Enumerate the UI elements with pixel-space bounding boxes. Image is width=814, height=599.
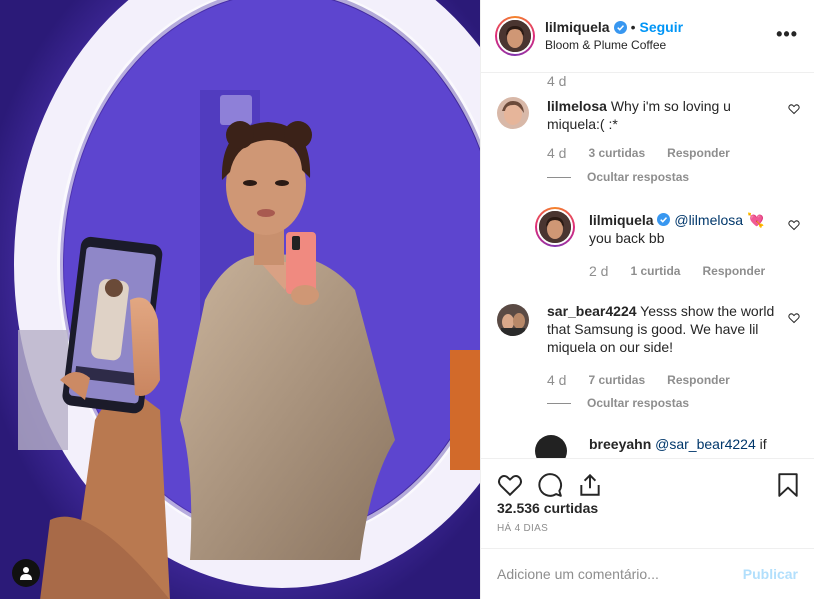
reply-avatar[interactable] — [535, 435, 567, 458]
comment-age: 4 d — [547, 372, 567, 388]
publish-button[interactable]: Publicar — [743, 566, 798, 582]
reply-emoji: 💘 — [746, 212, 765, 228]
commenter-avatar-image — [497, 304, 529, 336]
reply-text: if — [759, 436, 767, 452]
post-actions: 32.536 curtidas HÁ 4 DIAS — [481, 458, 814, 548]
reply-avatar[interactable] — [535, 207, 575, 247]
reply-avatar-image — [539, 211, 571, 243]
post-location[interactable]: Bloom & Plume Coffee — [545, 38, 683, 53]
commenter-avatar-image — [497, 97, 529, 129]
reply-mention[interactable]: @lilmelosa — [674, 212, 743, 228]
comments-list[interactable]: 4 d lilmelosa Why i'm so loving u miquel… — [481, 73, 814, 458]
reply-meta: 2 d 1 curtida Responder — [589, 263, 765, 279]
header-separator: • — [630, 18, 636, 35]
post-photo[interactable] — [0, 0, 480, 599]
like-count[interactable]: 32.536 curtidas — [497, 500, 598, 516]
comment-username[interactable]: sar_bear4224 — [547, 303, 637, 319]
more-options-icon[interactable]: ••• — [776, 24, 798, 45]
comment-body: sar_bear4224 Yesss show the world that S… — [547, 302, 779, 356]
reply-item: breeyahn @sar_bear4224 if — [497, 433, 800, 458]
hide-replies-label: Ocultar respostas — [587, 396, 690, 410]
hide-replies-button[interactable]: Ocultar respostas — [547, 396, 689, 410]
verified-badge-icon — [657, 213, 671, 226]
reply-button[interactable]: Responder — [667, 146, 730, 160]
post-panel: lilmiquela • Seguir Bloom & Plume Coffee… — [480, 0, 814, 599]
comment-bubble-icon[interactable] — [537, 472, 563, 498]
comment-meta: 4 d — [547, 73, 588, 89]
comment-like-icon[interactable] — [788, 312, 800, 324]
follow-button[interactable]: Seguir — [639, 19, 683, 37]
user-tag-icon[interactable] — [12, 559, 40, 587]
header-text: lilmiquela • Seguir Bloom & Plume Coffee — [545, 19, 683, 54]
hide-replies-button[interactable]: Ocultar respostas — [547, 170, 689, 184]
post-header: lilmiquela • Seguir Bloom & Plume Coffee… — [481, 0, 814, 73]
reply-button[interactable]: Responder — [667, 373, 730, 387]
action-icons — [495, 472, 800, 500]
divider-line — [547, 402, 571, 404]
post-image — [0, 0, 480, 599]
previous-comment-meta: 4 d — [497, 73, 800, 89]
reply-mention[interactable]: @sar_bear4224 — [655, 436, 756, 452]
like-heart-icon[interactable] — [497, 472, 523, 498]
reply-button[interactable]: Responder — [702, 264, 765, 278]
add-comment-bar: Publicar — [481, 548, 814, 599]
comment-item: lilmelosa Why i'm so loving u miquela:( … — [497, 95, 800, 195]
reply-like-icon[interactable] — [788, 219, 800, 231]
verified-badge-icon — [613, 21, 627, 34]
bookmark-icon[interactable] — [776, 472, 800, 498]
comment-like-icon[interactable] — [788, 103, 800, 115]
comment-username[interactable]: lilmelosa — [547, 98, 607, 114]
reply-username[interactable]: breeyahn — [589, 436, 651, 452]
comment-meta: 4 d 7 curtidas Responder — [547, 372, 730, 388]
comment-item: sar_bear4224 Yesss show the world that S… — [497, 302, 800, 420]
author-avatar-image — [499, 20, 531, 52]
author-avatar[interactable] — [495, 16, 535, 56]
reply-body: lilmiquela @lilmelosa 💘 you back bb — [589, 211, 779, 247]
reply-text: you back bb — [589, 230, 665, 246]
comment-likes[interactable]: 3 curtidas — [588, 146, 645, 160]
commenter-avatar[interactable] — [497, 97, 529, 129]
reply-item: lilmiquela @lilmelosa 💘 you back bb 2 d … — [497, 205, 800, 285]
reply-body: breeyahn @sar_bear4224 if — [589, 435, 789, 453]
reply-username[interactable]: lilmiquela — [589, 212, 654, 228]
comment-meta: 4 d 3 curtidas Responder — [547, 145, 730, 161]
comment-age: 4 d — [547, 145, 567, 161]
comment-body: lilmelosa Why i'm so loving u miquela:( … — [547, 97, 779, 133]
hide-replies-label: Ocultar respostas — [587, 170, 690, 184]
post-date[interactable]: HÁ 4 DIAS — [497, 523, 548, 534]
commenter-avatar[interactable] — [497, 304, 529, 336]
instagram-post: lilmiquela • Seguir Bloom & Plume Coffee… — [0, 0, 814, 599]
divider-line — [547, 176, 571, 178]
reply-likes[interactable]: 1 curtida — [630, 264, 680, 278]
comment-age: 4 d — [547, 73, 567, 89]
comment-input[interactable] — [497, 566, 743, 582]
comment-likes[interactable]: 7 curtidas — [588, 373, 645, 387]
person-icon — [20, 567, 32, 580]
share-icon[interactable] — [577, 472, 603, 498]
author-username[interactable]: lilmiquela — [545, 19, 610, 37]
reply-age: 2 d — [589, 263, 609, 279]
